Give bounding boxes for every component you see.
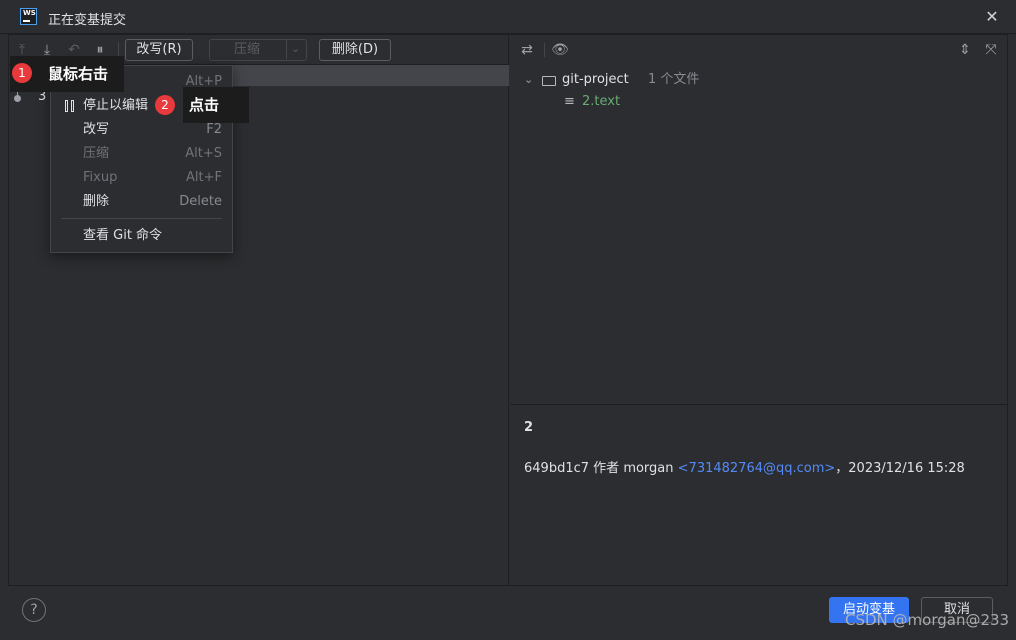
commit-meta: 649bd1c7 作者 morgan <731482764@qq.com>，20… — [524, 457, 965, 476]
eye-icon[interactable]: 👁 — [551, 41, 569, 59]
changed-files-tree: ⌄ git-project 1 个文件 ≡ 2.text — [510, 65, 1008, 405]
commit-author: morgan — [623, 461, 674, 476]
commit-hash[interactable]: 649bd1c7 — [524, 461, 589, 476]
menu-item-squash[interactable]: 压缩 Alt+S — [51, 142, 232, 166]
reword-button[interactable]: 改写(R) — [125, 39, 193, 61]
webstorm-logo-icon: WS — [20, 8, 37, 25]
menu-item-fixup[interactable]: Fixup Alt+F — [51, 166, 232, 190]
tree-root-count: 1 个文件 — [648, 72, 700, 87]
menu-item-shortcut: Alt+S — [185, 146, 222, 161]
commit-date: ，2023/12/16 15:28 — [835, 461, 965, 476]
close-icon[interactable]: ✕ — [982, 7, 1002, 27]
menu-item-shortcut: Alt+F — [186, 170, 222, 185]
menu-item-label: Fixup — [83, 170, 118, 185]
chevron-down-icon: ⌄ — [524, 73, 534, 86]
expand-all-icon[interactable]: ⇕ — [956, 41, 974, 59]
annotation-badge-1: 1 — [12, 63, 32, 83]
tree-root-label: git-project — [562, 72, 629, 87]
commit-details: 2 649bd1c7 作者 morgan <731482764@qq.com>，… — [510, 404, 1008, 585]
annotation-callout-2: 点击 — [183, 87, 249, 123]
menu-item-label: 删除 — [83, 194, 110, 209]
logo-text: WS — [23, 9, 36, 17]
author-prefix: 作者 — [593, 461, 620, 476]
tree-file-label: 2.text — [582, 94, 621, 109]
squash-dropdown[interactable]: 压缩 ⌄ — [209, 39, 307, 61]
menu-divider — [61, 218, 222, 219]
menu-item-shortcut: Delete — [179, 194, 222, 209]
commit-subject: 2 — [524, 420, 534, 435]
tree-root-row[interactable]: ⌄ git-project 1 个文件 — [524, 69, 1004, 91]
drop-button[interactable]: 删除(D) — [319, 39, 391, 61]
graph-node-icon — [14, 95, 21, 102]
changes-panel: ⇄ 👁 ⇕ ⤧ ⌄ git-project 1 个文件 ≡ 2.text 2 6… — [510, 35, 1008, 585]
menu-item-label: 停止以编辑 — [83, 98, 149, 113]
text-file-icon: ≡ — [564, 94, 575, 109]
menu-item-label: 压缩 — [83, 146, 110, 161]
annotation-badge-2: 2 — [155, 95, 175, 115]
menu-item-drop[interactable]: 删除 Delete — [51, 190, 232, 214]
menu-item-view-git-commands[interactable]: 查看 Git 命令 — [51, 224, 232, 248]
rebase-dialog-window: WS 正在变基提交 ✕ ⤒ ⤓ ↶ ⏸ 改写(R) 压缩 ⌄ 删除(D) 3 ⇄… — [0, 0, 1016, 640]
window-title: 正在变基提交 — [48, 13, 127, 28]
help-icon[interactable]: ? — [22, 598, 46, 622]
chevron-down-icon: ⌄ — [286, 39, 300, 59]
changes-toolbar: ⇄ 👁 ⇕ ⤧ — [510, 35, 1008, 65]
watermark: CSDN @morgan@233 — [845, 611, 1010, 629]
toolbar-divider — [544, 43, 545, 57]
collapse-all-icon[interactable]: ⤧ — [982, 41, 1000, 59]
pause-icon — [65, 100, 77, 112]
menu-item-label: 改写 — [83, 122, 110, 137]
author-email-link[interactable]: <731482764@qq.com> — [678, 461, 836, 476]
tree-file-row[interactable]: ≡ 2.text — [564, 91, 1004, 113]
squash-label: 压缩 — [234, 42, 261, 57]
compare-arrows-icon[interactable]: ⇄ — [518, 41, 536, 59]
menu-item-label: 查看 Git 命令 — [83, 228, 163, 243]
title-bar: WS 正在变基提交 ✕ — [0, 0, 1016, 34]
folder-icon — [542, 76, 556, 86]
